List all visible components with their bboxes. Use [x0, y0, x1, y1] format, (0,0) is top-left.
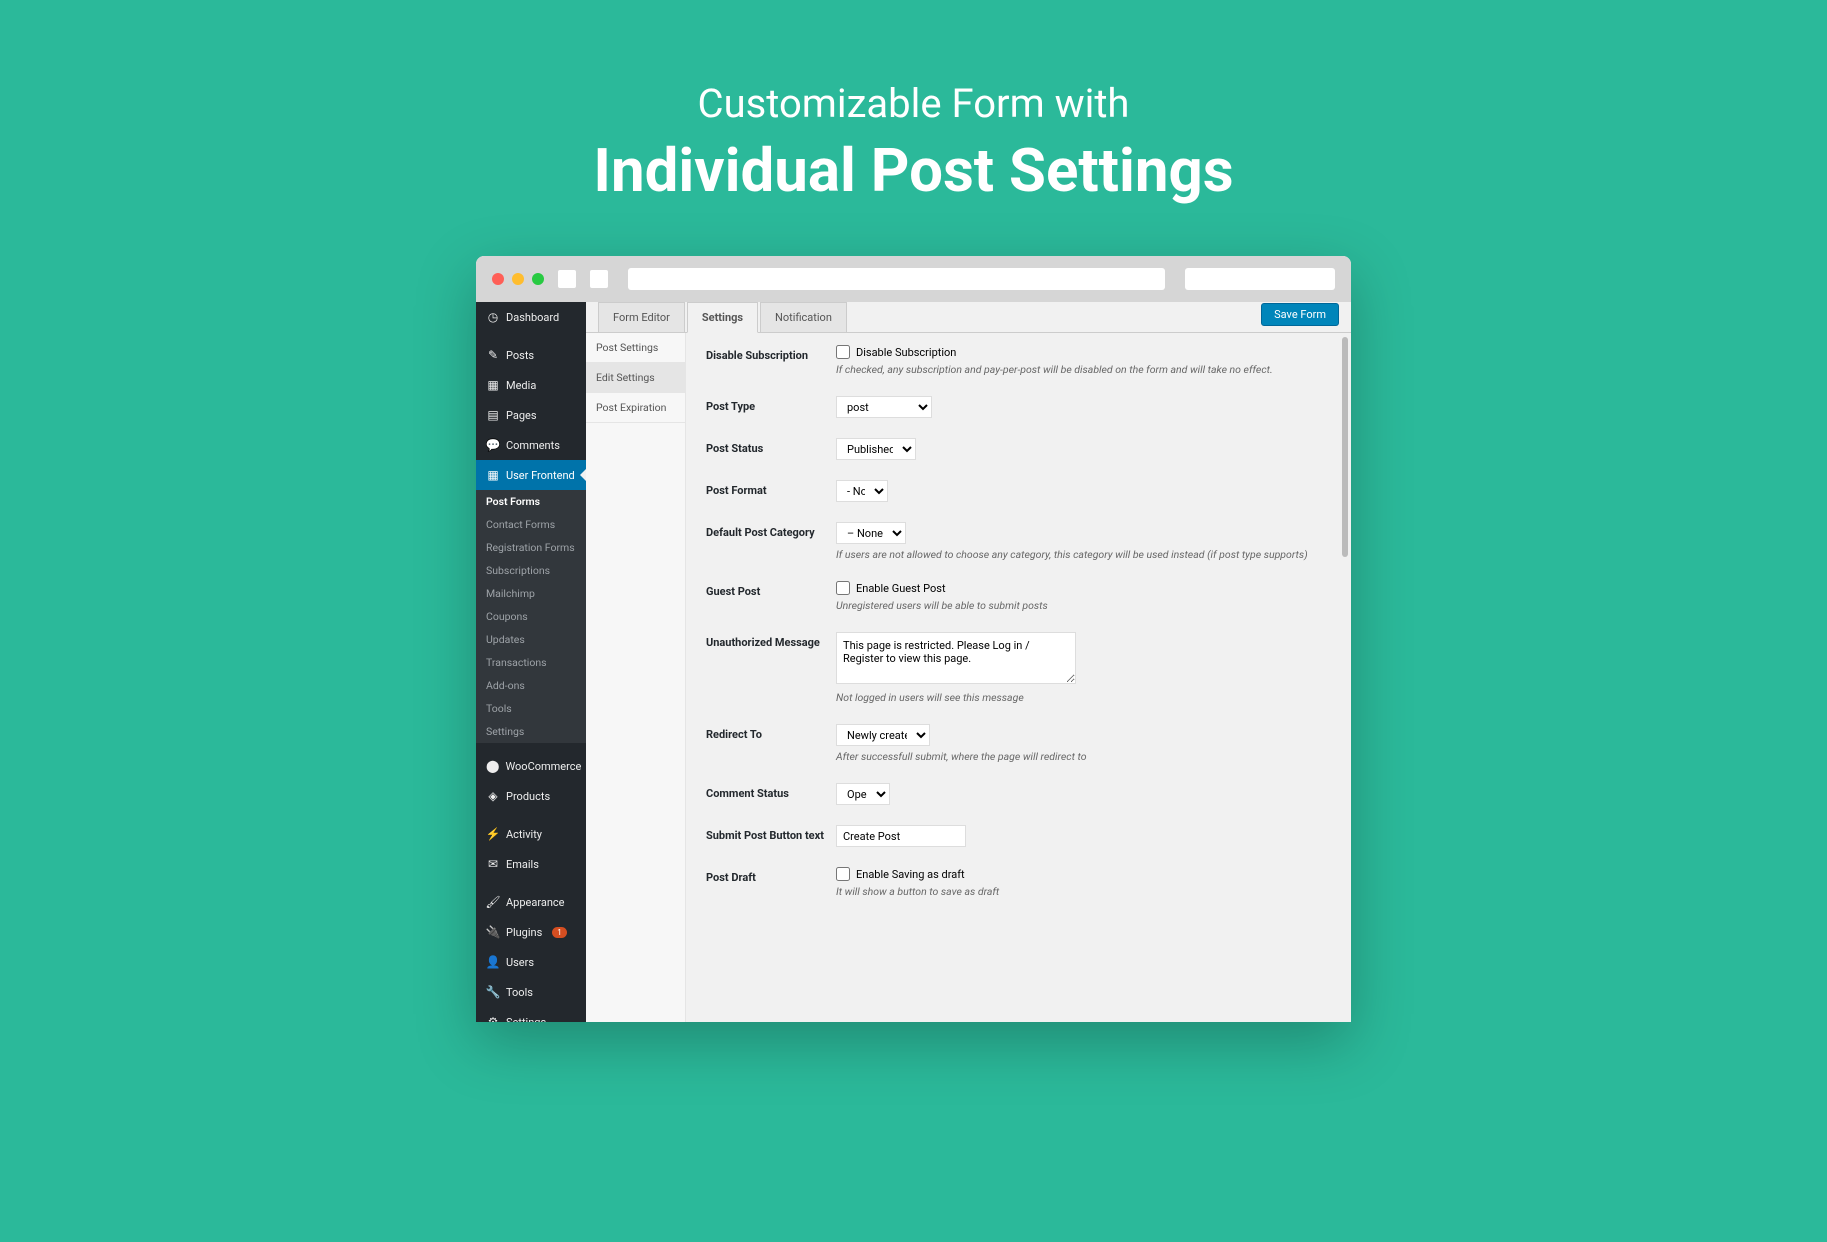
submenu-addons[interactable]: Add-ons	[476, 674, 586, 697]
label-unauthorized-message: Unauthorized Message	[706, 632, 836, 649]
subnav-post-settings[interactable]: Post Settings	[586, 333, 685, 363]
hero-banner: Customizable Form with Individual Post S…	[0, 0, 1827, 256]
help-guest-post: Unregistered users will be able to submi…	[836, 599, 1331, 612]
sidebar-item-user-frontend[interactable]: ▦User Frontend	[476, 460, 586, 490]
help-post-draft: It will show a button to save as draft	[836, 885, 1331, 898]
wrench-icon: 🔧	[486, 985, 500, 999]
submenu-updates[interactable]: Updates	[476, 628, 586, 651]
label-disable-subscription: Disable Subscription	[706, 345, 836, 362]
tab-settings[interactable]: Settings	[687, 302, 758, 333]
subnav-edit-settings[interactable]: Edit Settings	[586, 363, 685, 393]
help-disable-subscription: If checked, any subscription and pay-per…	[836, 363, 1331, 376]
search-bar[interactable]	[1185, 268, 1335, 290]
tab-form-editor[interactable]: Form Editor	[598, 302, 685, 332]
gear-icon: ⚙	[486, 1015, 500, 1022]
browser-chrome	[476, 256, 1351, 302]
sidebar-item-posts[interactable]: ✎Posts	[476, 340, 586, 370]
close-icon[interactable]	[492, 273, 504, 285]
submenu-coupons[interactable]: Coupons	[476, 605, 586, 628]
activity-icon: ⚡	[486, 827, 500, 841]
submenu-registration-forms[interactable]: Registration Forms	[476, 536, 586, 559]
minimize-icon[interactable]	[512, 273, 524, 285]
scrollbar-thumb[interactable]	[1342, 337, 1348, 557]
hero-title: Individual Post Settings	[20, 135, 1807, 206]
submenu-contact-forms[interactable]: Contact Forms	[476, 513, 586, 536]
cart-icon: ⬤	[486, 759, 499, 773]
grid-icon: ▦	[486, 468, 500, 482]
pin-icon: ✎	[486, 348, 500, 362]
checkbox-guest-post[interactable]	[836, 581, 850, 595]
label-post-draft: Post Draft	[706, 867, 836, 884]
sidebar-item-settings[interactable]: ⚙Settings	[476, 1007, 586, 1022]
label-submit-button-text: Submit Post Button text	[706, 825, 836, 842]
browser-tab[interactable]	[590, 270, 608, 288]
select-post-format[interactable]: - None -	[836, 480, 888, 502]
tab-notification[interactable]: Notification	[760, 302, 847, 332]
hero-subtitle: Customizable Form with	[20, 80, 1807, 127]
label-default-category: Default Post Category	[706, 522, 836, 539]
update-badge: 1	[552, 927, 567, 938]
help-unauthorized-message: Not logged in users will see this messag…	[836, 691, 1331, 704]
submenu-transactions[interactable]: Transactions	[476, 651, 586, 674]
sidebar-item-comments[interactable]: 💬Comments	[476, 430, 586, 460]
input-submit-button-text[interactable]	[836, 825, 966, 847]
label-post-type: Post Type	[706, 396, 836, 413]
submenu-tools[interactable]: Tools	[476, 697, 586, 720]
select-default-category[interactable]: – None –	[836, 522, 906, 544]
select-post-status[interactable]: Published	[836, 438, 916, 460]
plug-icon: 🔌	[486, 925, 500, 939]
help-redirect-to: After successfull submit, where the page…	[836, 750, 1331, 763]
checkbox-disable-subscription[interactable]	[836, 345, 850, 359]
brush-icon: 🖌	[486, 895, 500, 909]
subnav-post-expiration[interactable]: Post Expiration	[586, 393, 685, 423]
sidebar-item-woocommerce[interactable]: ⬤WooCommerce	[476, 751, 586, 781]
submenu-post-forms[interactable]: Post Forms	[476, 490, 586, 513]
sidebar-item-users[interactable]: 👤Users	[476, 947, 586, 977]
label-redirect-to: Redirect To	[706, 724, 836, 741]
sidebar-item-emails[interactable]: ✉Emails	[476, 849, 586, 879]
textarea-unauthorized-message[interactable]	[836, 632, 1076, 684]
maximize-icon[interactable]	[532, 273, 544, 285]
media-icon: ▦	[486, 378, 500, 392]
label-guest-post: Guest Post	[706, 581, 836, 598]
settings-subnav: Post Settings Edit Settings Post Expirat…	[586, 333, 686, 1022]
settings-form: Disable Subscription Disable Subscriptio…	[686, 333, 1351, 1022]
sidebar-item-activity[interactable]: ⚡Activity	[476, 819, 586, 849]
sidebar-item-appearance[interactable]: 🖌Appearance	[476, 887, 586, 917]
submenu-mailchimp[interactable]: Mailchimp	[476, 582, 586, 605]
sidebar-item-tools[interactable]: 🔧Tools	[476, 977, 586, 1007]
select-redirect-to[interactable]: Newly created post	[836, 724, 930, 746]
sidebar-item-products[interactable]: ◈Products	[476, 781, 586, 811]
browser-tab[interactable]	[558, 270, 576, 288]
select-comment-status[interactable]: Open	[836, 783, 890, 805]
label-post-status: Post Status	[706, 438, 836, 455]
user-icon: 👤	[486, 955, 500, 969]
browser-window: ◷Dashboard ✎Posts ▦Media ▤Pages 💬Comment…	[476, 256, 1351, 1022]
scrollbar[interactable]	[1341, 333, 1349, 1022]
submenu-settings[interactable]: Settings	[476, 720, 586, 743]
page-icon: ▤	[486, 408, 500, 422]
sidebar-item-dashboard[interactable]: ◷Dashboard	[476, 302, 586, 332]
save-form-button[interactable]: Save Form	[1261, 303, 1339, 326]
submenu-subscriptions[interactable]: Subscriptions	[476, 559, 586, 582]
tab-bar: Form Editor Settings Notification Save F…	[586, 302, 1351, 333]
sidebar-item-media[interactable]: ▦Media	[476, 370, 586, 400]
address-bar[interactable]	[628, 268, 1165, 290]
select-post-type[interactable]: post	[836, 396, 932, 418]
main-panel: Form Editor Settings Notification Save F…	[586, 302, 1351, 1022]
checkbox-post-draft[interactable]	[836, 867, 850, 881]
content-area: Post Settings Edit Settings Post Expirat…	[586, 333, 1351, 1022]
wp-admin: ◷Dashboard ✎Posts ▦Media ▤Pages 💬Comment…	[476, 302, 1351, 1022]
sidebar-item-plugins[interactable]: 🔌Plugins1	[476, 917, 586, 947]
label-comment-status: Comment Status	[706, 783, 836, 800]
dashboard-icon: ◷	[486, 310, 500, 324]
help-default-category: If users are not allowed to choose any c…	[836, 548, 1331, 561]
product-icon: ◈	[486, 789, 500, 803]
comment-icon: 💬	[486, 438, 500, 452]
email-icon: ✉	[486, 857, 500, 871]
sidebar-item-pages[interactable]: ▤Pages	[476, 400, 586, 430]
label-post-format: Post Format	[706, 480, 836, 497]
admin-sidebar: ◷Dashboard ✎Posts ▦Media ▤Pages 💬Comment…	[476, 302, 586, 1022]
